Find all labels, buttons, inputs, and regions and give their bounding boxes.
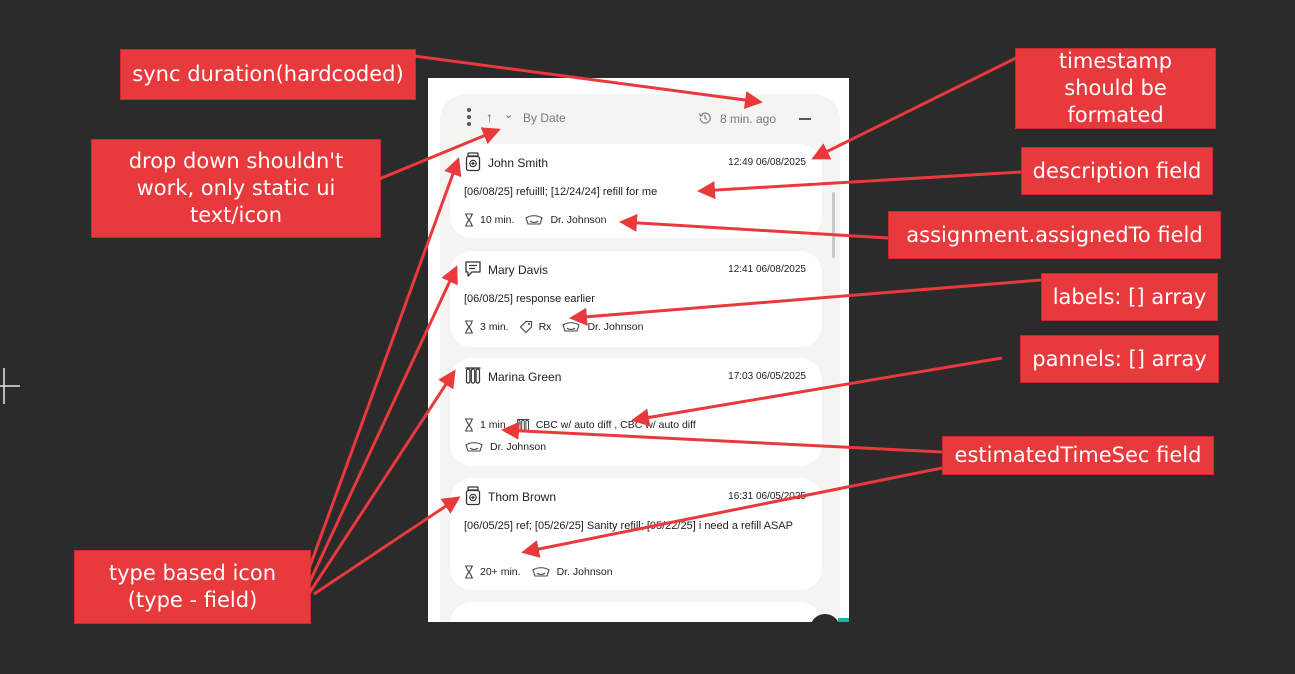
callout-type-icon: type based icon (type - field)	[74, 550, 311, 624]
task-label: Rx	[538, 321, 552, 333]
message-icon	[465, 261, 481, 277]
history-clock-icon	[698, 112, 711, 124]
task-description: [06/08/25] refuilll; [12/24/24] refill f…	[464, 186, 658, 198]
task-card[interactable]: Thom Brown 16:31 06/05/2025 [06/05/25] r…	[450, 478, 822, 590]
estimated-time: 3 min.	[480, 321, 509, 333]
task-description: [06/05/25] ref; [05/26/25] Sanity refill…	[464, 520, 793, 532]
pill-bottle-icon	[465, 486, 481, 506]
stethoscope-icon	[525, 215, 544, 225]
hourglass-icon	[465, 565, 473, 579]
task-panel: ↑ ⌄ By Date 8 min. ago John Smith 12:49 …	[440, 94, 840, 622]
estimated-time: 20+ min.	[480, 566, 521, 578]
arrow-up-icon: ↑	[486, 109, 493, 125]
callout-sync-duration: sync duration(hardcoded)	[120, 49, 416, 100]
callout-panels: pannels: [] array	[1020, 335, 1219, 383]
callout-labels: labels: [] array	[1041, 273, 1218, 321]
task-timestamp: 12:41 06/08/2025	[728, 264, 806, 275]
callout-dropdown: drop down shouldn't work, only static ui…	[91, 139, 381, 238]
test-tubes-icon	[465, 367, 481, 384]
test-tubes-icon	[516, 419, 529, 431]
stethoscope-icon	[465, 442, 483, 452]
assigned-to: Dr. Johnson	[587, 321, 644, 333]
task-meta: 3 min. Rx Dr. Johnson	[464, 320, 643, 334]
stethoscope-icon	[562, 322, 581, 332]
task-card[interactable]: John Smith 12:49 06/08/2025 [06/08/25] r…	[450, 144, 822, 238]
stethoscope-icon	[531, 567, 550, 577]
task-timestamp: 17:03 06/05/2025	[728, 371, 806, 382]
task-description: [06/08/25] response earlier	[464, 293, 595, 305]
estimated-time: 10 min.	[480, 214, 515, 226]
task-meta: 20+ min. Dr. Johnson	[464, 565, 613, 579]
callout-timestamp: timestamp should be formated	[1015, 48, 1216, 129]
widget-frame: ↑ ⌄ By Date 8 min. ago John Smith 12:49 …	[428, 78, 849, 622]
task-assignment: Dr. Johnson	[464, 441, 546, 453]
task-card[interactable]	[450, 602, 822, 622]
sync-duration: 8 min. ago	[720, 112, 777, 126]
patient-name: John Smith	[488, 156, 549, 170]
assigned-to: Dr. Johnson	[556, 566, 613, 578]
task-card[interactable]: Marina Green 17:03 06/05/2025 1 min CBC …	[450, 358, 822, 466]
panel-header: ↑ ⌄ By Date 8 min. ago	[440, 94, 840, 140]
pill-bottle-icon	[465, 152, 481, 172]
crosshair-cursor-icon	[0, 368, 20, 404]
task-panels: CBC w/ auto diff , CBC w/ auto diff	[535, 419, 696, 431]
hourglass-icon	[465, 418, 473, 432]
assigned-to: Dr. Johnson	[550, 214, 607, 226]
patient-name: Thom Brown	[488, 490, 557, 504]
assigned-to: Dr. Johnson	[490, 441, 547, 453]
estimated-time: 1 min	[480, 419, 506, 431]
minimize-icon[interactable]	[799, 118, 811, 120]
patient-name: Mary Davis	[488, 263, 549, 277]
callout-assignment: assignment.assignedTo field	[888, 211, 1221, 259]
task-timestamp: 16:31 06/05/2025	[728, 491, 806, 502]
task-meta: 10 min. Dr. Johnson	[464, 213, 606, 227]
chevron-down-icon: ⌄	[504, 109, 514, 121]
task-meta: 1 min CBC w/ auto diff , CBC w/ auto dif…	[464, 418, 696, 432]
task-card[interactable]: Mary Davis 12:41 06/08/2025 [06/08/25] r…	[450, 251, 822, 347]
patient-name: Marina Green	[488, 370, 562, 384]
callout-estimated-time: estimatedTimeSec field	[942, 436, 1214, 475]
corner-accent	[838, 618, 849, 622]
callout-description: description field	[1021, 147, 1213, 195]
scrollbar[interactable]	[832, 192, 835, 258]
kebab-menu-icon[interactable]	[466, 108, 474, 130]
hourglass-icon	[465, 213, 473, 227]
task-timestamp: 12:49 06/08/2025	[728, 157, 806, 168]
tag-icon	[519, 320, 532, 334]
hourglass-icon	[465, 320, 473, 334]
sort-label: By Date	[523, 111, 566, 125]
